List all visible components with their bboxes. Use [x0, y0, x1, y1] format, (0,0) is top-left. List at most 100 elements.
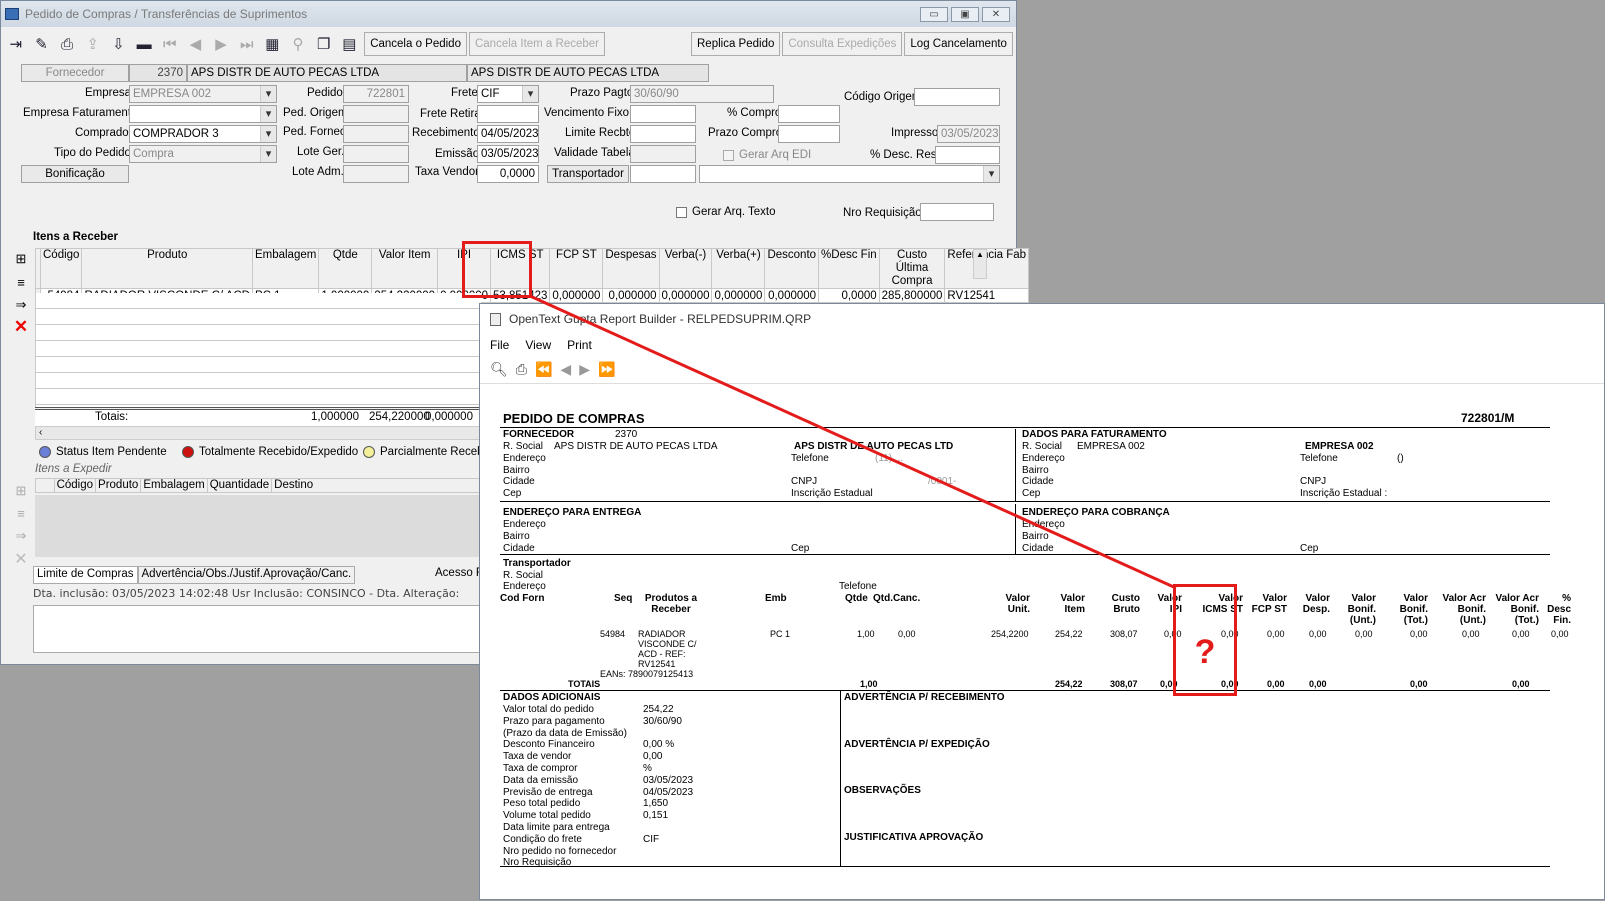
cell[interactable]: 0,000000	[658, 288, 713, 303]
add-item-icon[interactable]: ⊞	[10, 249, 32, 269]
import-icon[interactable]: ⇩	[106, 31, 132, 57]
edit-item-icon[interactable]: ≡	[10, 272, 32, 292]
origin-order-field[interactable]	[343, 105, 409, 123]
carrier-select[interactable]	[699, 165, 1000, 183]
col-header[interactable]: Desconto	[764, 248, 820, 289]
minimize-button[interactable]: ▭	[920, 7, 948, 22]
prev-record-icon[interactable]: ◀	[183, 31, 209, 57]
order-type-select[interactable]: Compra	[129, 145, 277, 163]
freight-select[interactable]: CIF	[477, 85, 539, 103]
grid-icon[interactable]: ▦	[260, 31, 286, 57]
cell[interactable]: 0,000000	[602, 288, 660, 303]
horizontal-scrollbar[interactable]: ‹	[35, 426, 481, 440]
col-header[interactable]: FCP ST	[549, 248, 604, 289]
menu-print[interactable]: Print	[567, 338, 592, 352]
col-header[interactable]: Embalagem	[140, 478, 208, 493]
last-record-icon[interactable]: ⏭	[234, 31, 260, 57]
col-header[interactable]: Valor Item	[371, 248, 439, 289]
tab-advertencia[interactable]: Advertência/Obs./Justif.Aprovação/Canc.	[137, 566, 356, 584]
text-file-checkbox[interactable]	[676, 206, 687, 218]
table-validity-field[interactable]	[630, 145, 696, 163]
col-header[interactable]: Produto	[95, 478, 142, 493]
maximize-button[interactable]: ▣	[951, 7, 979, 22]
col-header[interactable]: Custo Última Compra	[878, 248, 946, 289]
receipt-limit-field[interactable]	[630, 125, 696, 143]
compror-pct-field[interactable]	[778, 105, 840, 123]
cell[interactable]: 285,800000	[878, 288, 946, 303]
res-discount-field[interactable]	[935, 146, 1000, 164]
menu-view[interactable]: View	[525, 338, 551, 352]
requisition-field[interactable]	[920, 203, 994, 221]
move-item-icon[interactable]: ⇒	[10, 295, 32, 315]
cancel-order-button[interactable]: Cancela o Pedido	[364, 32, 467, 56]
freight-pickup-field[interactable]	[477, 105, 539, 123]
company-select[interactable]: EMPRESA 002	[129, 85, 277, 103]
buyer-select[interactable]: COMPRADOR 3	[129, 125, 277, 143]
col-header[interactable]: Despesas	[602, 248, 660, 289]
print-icon[interactable]: ⎙	[54, 31, 80, 57]
cell[interactable]: RV12541	[944, 288, 1030, 303]
cell[interactable]: 0,000000	[711, 288, 766, 303]
col-header[interactable]: Embalagem	[251, 248, 320, 289]
edi-checkbox[interactable]	[723, 149, 734, 161]
col-header[interactable]: Destino	[271, 478, 481, 493]
lot-ger-field[interactable]	[343, 145, 409, 163]
prev-page-icon[interactable]: ◀	[560, 361, 571, 378]
col-header[interactable]: Código	[53, 478, 97, 493]
col-header[interactable]: %Desc Fin	[818, 248, 880, 289]
next-record-icon[interactable]: ▶	[208, 31, 234, 57]
notes-box[interactable]	[33, 605, 493, 653]
receipt-date-field[interactable]: 04/05/2023	[477, 125, 539, 143]
first-page-icon[interactable]: ⏪	[535, 361, 552, 378]
window-icon[interactable]: ❐	[311, 31, 337, 57]
delete-record-icon[interactable]: ▬	[131, 31, 157, 57]
delete-item-icon[interactable]: ✕	[10, 317, 32, 337]
exit-icon[interactable]: ⇥	[3, 31, 29, 57]
issue-date-field[interactable]: 03/05/2023	[477, 145, 539, 163]
billing-company-select[interactable]	[129, 105, 277, 123]
scroll-up-arrow[interactable]: ▲	[973, 249, 987, 279]
vendor-rate-field[interactable]: 0,0000	[477, 165, 539, 183]
preview-icon[interactable]: 🔍︎	[490, 361, 508, 378]
bonification-button[interactable]: Bonificação	[21, 165, 129, 183]
replicate-order-button[interactable]: Replica Pedido	[691, 32, 781, 56]
col-header[interactable]: Código	[39, 248, 83, 289]
move-exp-icon[interactable]: ⇒	[10, 526, 32, 546]
supplier-code-field[interactable]: 2370	[129, 64, 187, 82]
cell[interactable]: 0,000000	[549, 288, 604, 303]
lot-adm-field[interactable]	[343, 165, 409, 183]
first-record-icon[interactable]: ⏮	[157, 31, 183, 57]
last-page-icon[interactable]: ⏩	[598, 361, 615, 378]
consult-expeditions-button[interactable]: Consulta Expedições	[782, 32, 903, 56]
printer-icon[interactable]: ⎙	[516, 361, 527, 378]
edit-exp-icon[interactable]: ≡	[10, 503, 32, 523]
cancel-item-button[interactable]: Cancela Item a Receber	[468, 32, 605, 56]
delete-exp-icon[interactable]: ✕	[10, 549, 32, 569]
edit-icon[interactable]: ✎	[29, 31, 55, 57]
fixed-due-field[interactable]	[630, 105, 696, 123]
carrier-code-field[interactable]	[630, 165, 696, 183]
col-header[interactable]: Produto	[81, 248, 253, 289]
edi-checkbox-row[interactable]: Gerar Arq EDI	[723, 149, 811, 161]
text-file-checkbox-row[interactable]: Gerar Arq. Texto	[676, 206, 776, 218]
col-header[interactable]: Quantidade	[206, 478, 273, 493]
col-header[interactable]: Verba(+)	[711, 248, 766, 289]
log-cancel-button[interactable]: Log Cancelamento	[904, 32, 1013, 56]
carrier-button[interactable]: Transportador	[547, 165, 629, 183]
compror-term-field[interactable]	[778, 125, 840, 143]
add-exp-icon[interactable]: ⊞	[10, 481, 32, 501]
cell[interactable]: 0,000000	[764, 288, 820, 303]
payment-term-field[interactable]: 30/60/90	[630, 85, 774, 103]
col-header[interactable]: Qtde	[318, 248, 373, 289]
table-icon[interactable]: ▤	[337, 31, 363, 57]
close-button[interactable]: ✕	[982, 7, 1010, 22]
export-icon[interactable]: ⇪	[80, 31, 106, 57]
col-header[interactable]: Verba(-)	[658, 248, 713, 289]
supplier-button[interactable]: Fornecedor	[21, 64, 129, 82]
next-page-icon[interactable]: ▶	[579, 361, 590, 378]
menu-file[interactable]: File	[490, 338, 509, 352]
binoculars-icon[interactable]: ⚲	[285, 31, 311, 57]
origin-code-field[interactable]	[914, 88, 1000, 106]
tab-limit[interactable]: Limite de Compras	[33, 566, 138, 584]
supplier-order-field[interactable]	[343, 125, 409, 143]
